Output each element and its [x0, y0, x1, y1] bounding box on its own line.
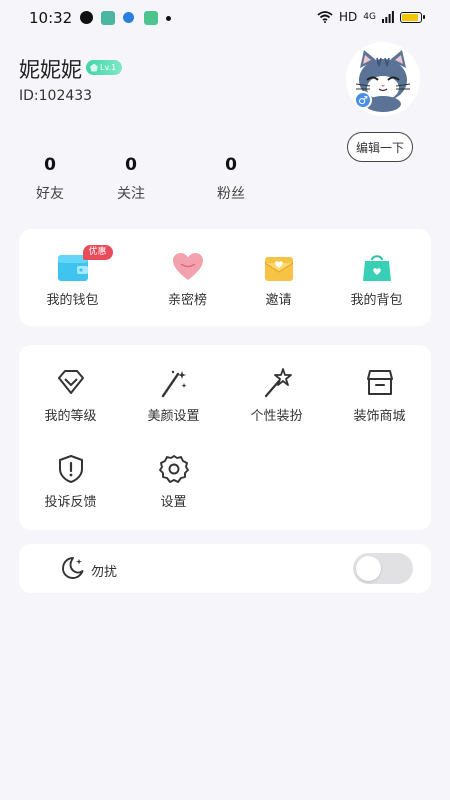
- stat-fans[interactable]: 0 粉丝: [201, 155, 261, 203]
- menu-item-personal-dressup[interactable]: 个性装扮: [225, 367, 328, 424]
- menu-item-invite[interactable]: 邀请: [227, 251, 330, 308]
- stat-value: 0: [125, 155, 137, 175]
- menu-item-label: 设置: [160, 495, 187, 510]
- status-time: 10:32: [29, 9, 73, 27]
- store-icon: [366, 370, 393, 395]
- level-badge[interactable]: Lv.1: [86, 60, 123, 75]
- heart-icon: [172, 253, 203, 280]
- menu-item-beauty-settings[interactable]: 美颜设置: [122, 367, 225, 424]
- app-notification-icon: [123, 12, 134, 23]
- star-wand-icon: [264, 368, 292, 398]
- signal-type: 4G: [363, 12, 376, 22]
- menu-item-label: 美颜设置: [147, 409, 200, 424]
- menu-item-label: 我的背包: [350, 293, 403, 308]
- app-notification-icon: [101, 11, 115, 25]
- user-id: ID:102433: [19, 88, 93, 104]
- do-not-disturb-toggle[interactable]: [353, 553, 413, 584]
- username: 妮妮妮: [19, 58, 82, 82]
- stat-label: 粉丝: [217, 186, 245, 202]
- menu-item-label: 亲密榜: [167, 293, 207, 308]
- magic-wand-icon: [161, 370, 186, 398]
- stat-label: 关注: [117, 186, 145, 202]
- settings-menu-card: 我的等级 美颜设置 个性装扮 装饰商城 投诉反馈 设置: [19, 345, 431, 530]
- status-indicators: HD 4G: [317, 10, 425, 24]
- signal-icon: [382, 11, 394, 23]
- toggle-knob: [356, 556, 381, 581]
- stat-label: 好友: [36, 186, 64, 202]
- menu-item-backpack[interactable]: 我的背包: [325, 251, 428, 308]
- diamond-icon: [57, 370, 84, 394]
- menu-item-label: 装饰商城: [353, 409, 406, 424]
- network-type: HD: [339, 10, 358, 24]
- menu-item-settings[interactable]: 设置: [122, 453, 225, 510]
- gender-male-icon: ♂: [354, 91, 372, 109]
- stat-value: 0: [225, 155, 237, 175]
- level-icon: [90, 63, 98, 72]
- level-text: Lv.1: [100, 63, 117, 72]
- shield-alert-icon: [58, 455, 83, 483]
- bag-icon: [362, 255, 391, 281]
- gear-icon: [158, 455, 189, 483]
- menu-item-label: 邀请: [265, 293, 292, 308]
- stat-following[interactable]: 0 关注: [101, 155, 161, 203]
- menu-item-label: 我的钱包: [46, 293, 99, 308]
- menu-item-label: 投诉反馈: [44, 495, 97, 510]
- app-notification-icon: [80, 11, 93, 24]
- menu-item-label: 我的等级: [44, 409, 97, 424]
- quick-menu-card: 优惠 我的钱包 亲密榜 邀请 我的背包: [19, 229, 431, 326]
- more-notifications-dot: [166, 16, 171, 21]
- envelope-icon: [264, 257, 293, 281]
- menu-item-my-level[interactable]: 我的等级: [19, 367, 122, 424]
- stat-value: 0: [44, 155, 56, 175]
- wifi-icon: [317, 11, 333, 23]
- menu-item-wallet[interactable]: 优惠 我的钱包: [21, 245, 124, 308]
- battery-level: [402, 13, 419, 21]
- stat-friends[interactable]: 0 好友: [20, 155, 80, 203]
- menu-item-intimacy-rank[interactable]: 亲密榜: [136, 251, 239, 308]
- app-notification-icon: [144, 11, 158, 25]
- menu-item-label: 个性装扮: [250, 409, 303, 424]
- menu-item-decoration-store[interactable]: 装饰商城: [328, 367, 431, 424]
- do-not-disturb-label: 勿扰: [91, 565, 118, 580]
- moon-icon: [62, 557, 84, 579]
- battery-icon: [400, 11, 425, 23]
- edit-profile-button[interactable]: 编辑一下: [347, 132, 413, 162]
- promo-badge: 优惠: [82, 245, 113, 260]
- menu-item-complaint-feedback[interactable]: 投诉反馈: [19, 453, 122, 510]
- status-bar: 10:32 HD 4G: [0, 0, 450, 36]
